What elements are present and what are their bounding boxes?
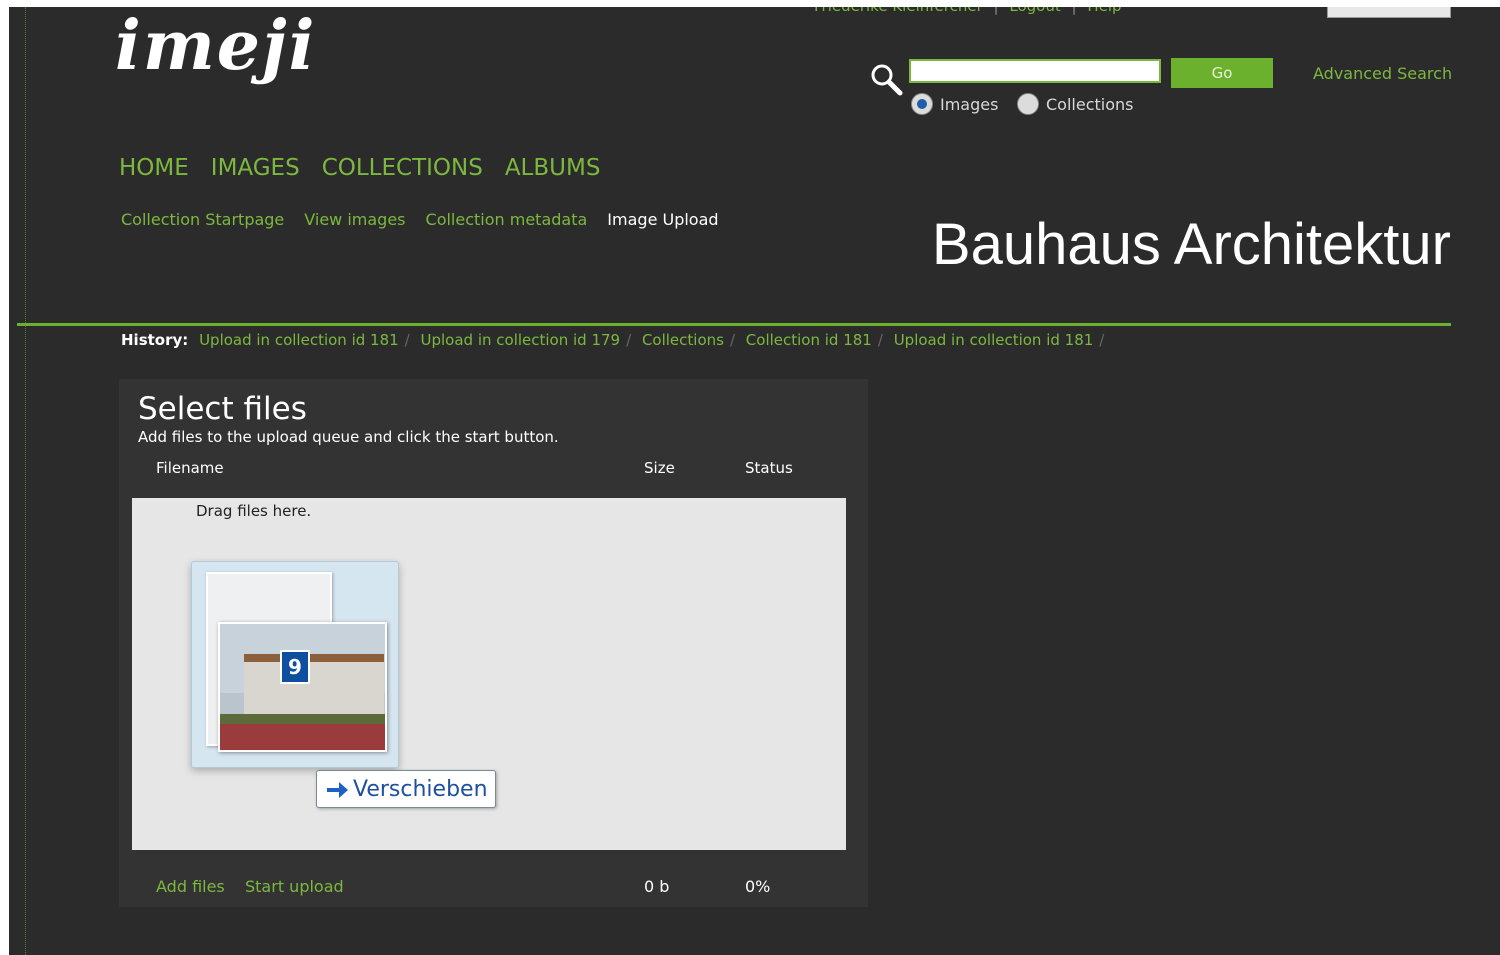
separator: | [1072,7,1077,15]
sub-nav: Collection Startpage View images Collect… [121,210,719,229]
history-item[interactable]: Upload in collection id 181 [894,331,1094,349]
radio-images-label: Images [940,94,999,114]
advanced-search-link[interactable]: Advanced Search [1313,64,1452,83]
upload-subtitle: Add files to the upload queue and click … [138,428,559,446]
radio-selected-icon[interactable] [911,93,933,115]
history-item[interactable]: Collection id 181 [746,331,872,349]
help-link[interactable]: Help [1087,7,1121,15]
move-drop-indicator: Verschieben [316,770,496,808]
total-percent: 0% [745,877,771,896]
radio-unselected-icon[interactable] [1017,93,1039,115]
language-select[interactable] [1327,7,1451,18]
header-divider [17,323,1451,326]
go-button[interactable]: Go [1171,58,1273,88]
add-files-button[interactable]: Add files [156,877,225,896]
history-item[interactable]: Collections [642,331,724,349]
nav-collections[interactable]: COLLECTIONS [322,155,483,181]
radio-collections[interactable]: Collections [1017,93,1133,115]
subnav-collection-startpage[interactable]: Collection Startpage [121,210,284,229]
dragged-files-preview[interactable]: 9 [191,561,399,768]
total-size: 0 b [644,877,670,896]
history-item[interactable]: Upload in collection id 181 [199,331,399,349]
nav-images[interactable]: IMAGES [211,155,300,181]
breadcrumb-separator: / [729,331,736,349]
subnav-image-upload[interactable]: Image Upload [607,210,718,229]
nav-home[interactable]: HOME [119,155,189,181]
radio-images[interactable]: Images [911,93,998,115]
separator: | [994,7,999,15]
page-frame: Friederike Kleinfercher | Logout | Help … [9,7,1500,955]
subnav-view-images[interactable]: View images [304,210,405,229]
imeji-logo[interactable]: imeji [115,12,316,80]
nav-albums[interactable]: ALBUMS [505,155,601,181]
history-breadcrumb: History: Upload in collection id 181 / Up… [121,331,1110,349]
breadcrumb-separator: / [404,331,410,349]
arrow-right-icon [327,782,348,798]
user-bar: Friederike Kleinfercher | Logout | Help [814,7,1128,15]
collection-title: Bauhaus Architektur [931,212,1451,277]
main-nav: HOME IMAGES COLLECTIONS ALBUMS [119,155,600,181]
upload-title: Select files [138,391,307,427]
breadcrumb-separator: / [1099,331,1105,349]
column-filename: Filename [156,459,224,477]
move-label: Verschieben [353,777,488,802]
user-name-link[interactable]: Friederike Kleinfercher [814,7,983,15]
drag-hint: Drag files here. [196,502,312,520]
logout-link[interactable]: Logout [1009,7,1060,15]
breadcrumb-separator: / [877,331,883,349]
radio-collections-label: Collections [1046,94,1134,114]
breadcrumb-separator: / [626,331,632,349]
file-count-badge: 9 [280,650,310,684]
history-item[interactable]: Upload in collection id 179 [421,331,621,349]
search-input[interactable] [909,59,1161,83]
start-upload-button[interactable]: Start upload [245,877,344,896]
subnav-collection-metadata[interactable]: Collection metadata [426,210,588,229]
history-label: History: [121,331,189,349]
frame-border [25,7,27,955]
column-status: Status [745,459,793,477]
photo-thumbnail [218,622,387,752]
column-size: Size [644,459,675,477]
search-icon [871,64,903,96]
upload-panel: Select files Add files to the upload que… [119,379,868,907]
drop-zone[interactable]: Drag files here. 9 Verschieben [132,498,846,850]
